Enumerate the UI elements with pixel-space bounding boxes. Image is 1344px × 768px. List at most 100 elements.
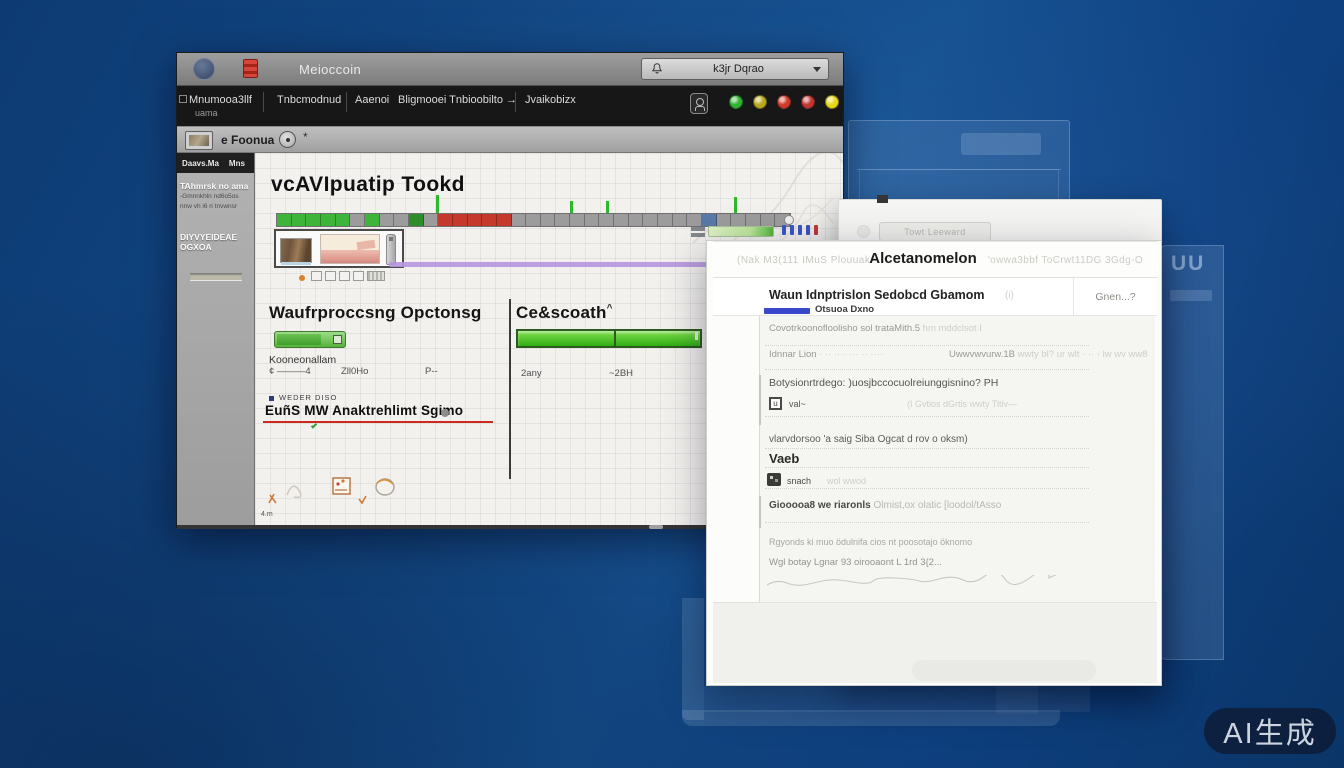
resize-handle[interactable]: [649, 525, 663, 529]
status-dot[interactable]: [825, 95, 839, 109]
clip-thumbnail-1[interactable]: [280, 238, 312, 263]
timeline-segment: [526, 214, 541, 226]
note-title: EuñS MW Anaktrehlimt Sgimo: [265, 403, 463, 418]
timeline-bar[interactable]: [276, 213, 791, 227]
clip-thumbnail-2[interactable]: [320, 234, 380, 264]
timeline-ticks: [276, 195, 791, 213]
action-link[interactable]: Gnen...?: [1073, 278, 1157, 316]
tiny-label-2: Zll0Ho: [341, 366, 368, 377]
status-dot[interactable]: [729, 95, 743, 109]
timeline-segment: [585, 214, 600, 226]
bullet-icon: [269, 396, 274, 401]
timeline-tick: [734, 197, 737, 213]
timeline-segment: [731, 214, 746, 226]
sheet-circle-icon: [857, 225, 870, 238]
toolbar-image-button[interactable]: [185, 131, 213, 150]
divider: [765, 467, 1089, 468]
bar-label-2: ~2BH: [609, 368, 633, 379]
grid-icon: [179, 95, 187, 103]
mini-control[interactable]: [339, 271, 350, 281]
divider: [765, 522, 1089, 523]
status-dot[interactable]: [801, 95, 815, 109]
sidebar-inset-button[interactable]: [190, 273, 242, 281]
toolbar-marker: *: [303, 130, 308, 144]
blue-progress-bar: [764, 308, 810, 314]
timeline-segment: [306, 214, 321, 226]
timeline-segment: [365, 214, 380, 226]
timeline-segment: [570, 214, 585, 226]
timeline-segment: [321, 214, 336, 226]
notification-search-box[interactable]: k3jr Dqrao: [641, 58, 829, 80]
timeline-segment: [673, 214, 688, 226]
eye-button[interactable]: [279, 131, 296, 148]
mini-control[interactable]: [353, 271, 364, 281]
sidebar-group-title-1[interactable]: TAhmrsk no ama: [177, 173, 254, 192]
chat-icon[interactable]: [767, 473, 781, 486]
timeline-knob[interactable]: [784, 215, 794, 225]
menubar: Mnumooa3llf uama Tnbcmodnud Aaenoi Bligm…: [177, 86, 843, 126]
checkbox[interactable]: u: [769, 397, 782, 410]
search-text: k3jr Dqrao: [664, 63, 813, 75]
footer-button[interactable]: [912, 660, 1096, 681]
note-eyebrow: WEDER DISO: [279, 393, 337, 402]
timeline-segment: [629, 214, 644, 226]
header-right-faint: 'owwa3bbf ToCrwt11DG 3Gdg-O: [988, 255, 1143, 266]
status-dot[interactable]: [777, 95, 791, 109]
sidebar-tab-1[interactable]: Daavs.Ma: [182, 159, 219, 168]
timeline-segment: [614, 214, 629, 226]
checkbox-label: val~: [789, 399, 806, 409]
window-title: Meioccoin: [299, 62, 361, 77]
menu-item-3[interactable]: Aaenoi: [355, 94, 389, 106]
mini-control[interactable]: [311, 271, 322, 281]
progress-label: Kooneonallam: [269, 354, 336, 366]
blue-progress-label: Otsuoa Dxno: [815, 304, 874, 315]
sidebar-group-title-2[interactable]: DIYVYEIDEAE OGXOA: [177, 224, 254, 253]
timeline-segment: [658, 214, 673, 226]
ghost-chip: [1170, 290, 1212, 301]
timeline-tick: [606, 201, 609, 213]
bar-label-1: 2any: [521, 368, 542, 379]
dialog-header: (Nak M3(111 IMuS Plouuakr Alcetanomelon …: [713, 241, 1157, 278]
chevron-down-icon: [813, 67, 821, 72]
divider: [765, 345, 1089, 346]
timeline-segment: [702, 214, 717, 226]
divider: [765, 488, 1089, 489]
clip-object[interactable]: [386, 234, 396, 265]
sidebar-tab-2[interactable]: Mns: [229, 159, 245, 168]
form-line-2: Idnnar Lion · ·· ···· ··· ·· ····: [769, 349, 883, 360]
color-mark: [806, 225, 810, 235]
subheader-title: Waun Idnptrislon Sedobcd Gbamom: [769, 288, 985, 302]
sheet-button[interactable]: Towt Leeward: [879, 222, 991, 241]
question-2: vlarvdorsoo 'a saig Siba Ogcat d rov o o…: [769, 434, 968, 445]
menu-item-4[interactable]: Bligmooei Tnbioobilto →: [398, 94, 517, 106]
mini-control[interactable]: [367, 271, 385, 281]
bell-icon: [650, 62, 664, 76]
section-title-left: Waufrproccsng Opctonsg: [269, 303, 482, 323]
timeline-tick: [436, 195, 439, 213]
color-mark: [782, 225, 786, 235]
ghost-window-right: UU: [1160, 245, 1224, 660]
sidebar-tabs: Daavs.Ma Mns: [177, 153, 254, 173]
sidebar-line-2: nnw vh i6 ri tnvwnsr: [177, 202, 254, 212]
divider: [765, 416, 1089, 417]
clip-selection-box[interactable]: [274, 229, 404, 268]
menu-subitem[interactable]: uama: [195, 108, 218, 118]
tiny-clip-label: [691, 227, 705, 241]
form-line-1: Covotrkoonofloolisho sol trataMith.5 hm …: [769, 323, 982, 334]
timeline-segment: [512, 214, 527, 226]
thumbnail-detail: [321, 250, 379, 263]
timeline-segment: [555, 214, 570, 226]
progress-knob[interactable]: [333, 335, 342, 344]
status-dot[interactable]: [753, 95, 767, 109]
form-row-5: Wgl botay Lgnar 93 oirooaont L 1rd 3{2..…: [769, 557, 942, 568]
divider: [346, 92, 347, 112]
sketch-icons: [263, 473, 413, 509]
marker-dot: [299, 275, 305, 281]
user-badge-icon[interactable]: [690, 93, 708, 114]
menu-item-5[interactable]: Jvaikobizx: [525, 94, 576, 106]
menu-item-2[interactable]: Tnbcmodnud: [277, 94, 341, 106]
menu-item-1[interactable]: Mnumooa3llf: [189, 94, 252, 106]
mini-control[interactable]: [325, 271, 336, 281]
titlebar[interactable]: Meioccoin k3jr Dqrao: [177, 53, 843, 86]
timeline-segment: [761, 214, 776, 226]
